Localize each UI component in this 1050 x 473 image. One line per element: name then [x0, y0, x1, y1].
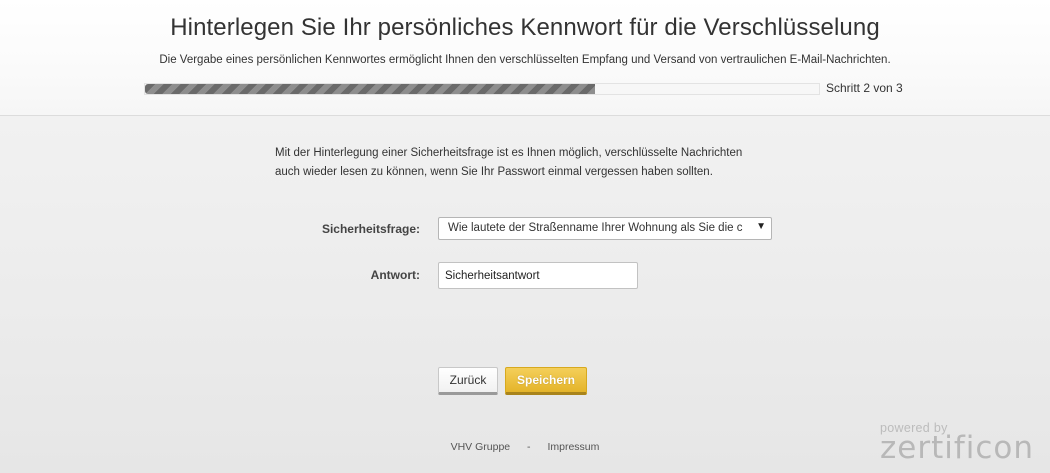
- zertificon-logo: zertificon: [880, 430, 1035, 466]
- progress-bar: [144, 83, 820, 95]
- page-subtitle: Die Vergabe eines persönlichen Kennworte…: [159, 54, 891, 66]
- progress-bar-fill: [145, 84, 595, 94]
- footer-separator: -: [527, 441, 531, 453]
- intro-line-1: Mit der Hinterlegung einer Sicherheitsfr…: [275, 147, 743, 159]
- step-indicator: Schritt 2 von 3: [826, 81, 903, 95]
- dropdown-arrow-icon: ▼: [756, 221, 766, 232]
- answer-label: Antwort:: [370, 268, 420, 282]
- back-button[interactable]: Zurück: [438, 367, 498, 395]
- footer-company-link[interactable]: VHV Gruppe: [451, 441, 511, 453]
- intro-line-2: auch wieder lesen zu können, wenn Sie Ih…: [275, 166, 713, 178]
- page-title: Hinterlegen Sie Ihr persönliches Kennwor…: [170, 14, 880, 41]
- page-header: Hinterlegen Sie Ihr persönliches Kennwor…: [0, 0, 1050, 116]
- intro-text: Mit der Hinterlegung einer Sicherheitsfr…: [275, 144, 795, 182]
- security-question-select[interactable]: Wie lautete der Straßenname Ihrer Wohnun…: [438, 217, 772, 240]
- security-question-value: Wie lautete der Straßenname Ihrer Wohnun…: [448, 222, 743, 234]
- security-question-label: Sicherheitsfrage:: [321, 222, 420, 236]
- answer-input[interactable]: [438, 262, 638, 289]
- save-button[interactable]: Speichern: [505, 367, 587, 395]
- footer-imprint-link[interactable]: Impressum: [547, 441, 599, 453]
